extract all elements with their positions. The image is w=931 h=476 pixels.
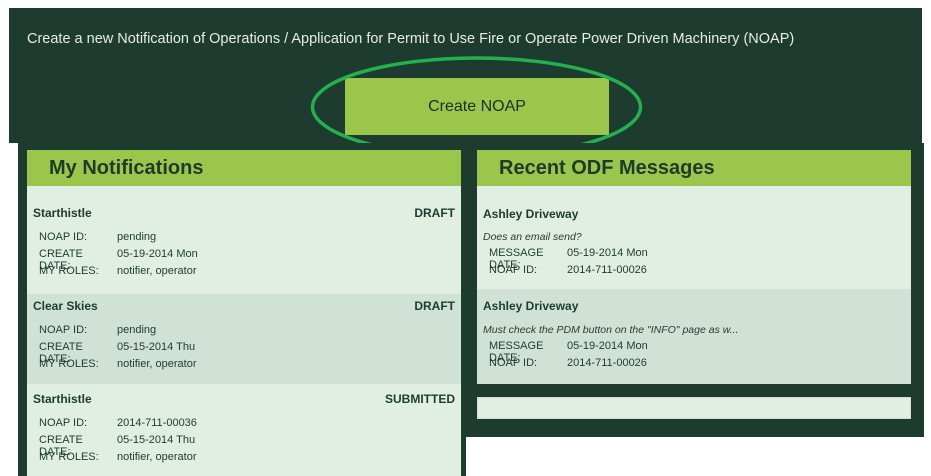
- banner-description: Create a new Notification of Operations …: [27, 31, 795, 47]
- my-notifications-panel: My Notifications Starthistle DRAFT NOAP …: [27, 150, 461, 476]
- my-roles-label: MY ROLES:: [39, 451, 99, 463]
- my-roles-label: MY ROLES:: [39, 358, 99, 370]
- noap-id-label: NOAP ID:: [39, 231, 88, 243]
- notification-item[interactable]: Starthistle DRAFT NOAP ID: pending CREATE…: [27, 186, 461, 277]
- noap-id-value: 2014-711-00036: [117, 417, 197, 429]
- noap-id-value: 2014-711-00026: [567, 357, 647, 369]
- message-item[interactable]: Ashley Driveway Does an email send? MESS…: [477, 186, 911, 289]
- noap-id-label: NOAP ID:: [39, 417, 88, 429]
- notification-status: DRAFT: [414, 299, 455, 313]
- notification-name: Clear Skies: [33, 299, 98, 313]
- notification-name: Starthistle: [33, 206, 92, 220]
- create-noap-banner: Create a new Notification of Operations …: [9, 8, 922, 158]
- noap-id-value: pending: [117, 231, 157, 243]
- my-notifications-title: My Notifications: [27, 150, 461, 186]
- notification-item[interactable]: Clear Skies DRAFT NOAP ID: pending CREATE…: [27, 294, 461, 384]
- page-background: [471, 437, 931, 476]
- message-note: Does an email send?: [483, 231, 582, 243]
- message-item[interactable]: Ashley Driveway Must check the PDM butto…: [477, 289, 911, 384]
- my-roles-label: MY ROLES:: [39, 265, 99, 277]
- noap-id-value: 2014-711-00026: [567, 264, 647, 276]
- recent-messages-panel: Recent ODF Messages Ashley Driveway Does…: [477, 150, 911, 384]
- noap-id-label: NOAP ID:: [39, 324, 88, 336]
- notification-item[interactable]: Starthistle SUBMITTED NOAP ID: 2014-711-0…: [27, 384, 461, 476]
- noap-id-label: NOAP ID:: [489, 264, 538, 276]
- noap-id-label: NOAP ID:: [489, 357, 538, 369]
- message-sender: Ashley Driveway: [483, 299, 579, 313]
- noap-id-value: pending: [117, 324, 157, 336]
- message-note: Must check the PDM button on the "INFO" …: [483, 324, 739, 336]
- recent-messages-title: Recent ODF Messages: [477, 150, 911, 186]
- empty-widget-box: [477, 397, 911, 419]
- create-noap-button[interactable]: Create NOAP: [345, 78, 609, 135]
- my-roles-value: notifier, operator: [117, 265, 197, 277]
- notification-status: DRAFT: [414, 206, 455, 220]
- notification-name: Starthistle: [33, 392, 92, 406]
- notification-status: SUBMITTED: [385, 392, 455, 406]
- message-sender: Ashley Driveway: [483, 207, 579, 221]
- my-roles-value: notifier, operator: [117, 358, 197, 370]
- my-roles-value: notifier, operator: [117, 451, 197, 463]
